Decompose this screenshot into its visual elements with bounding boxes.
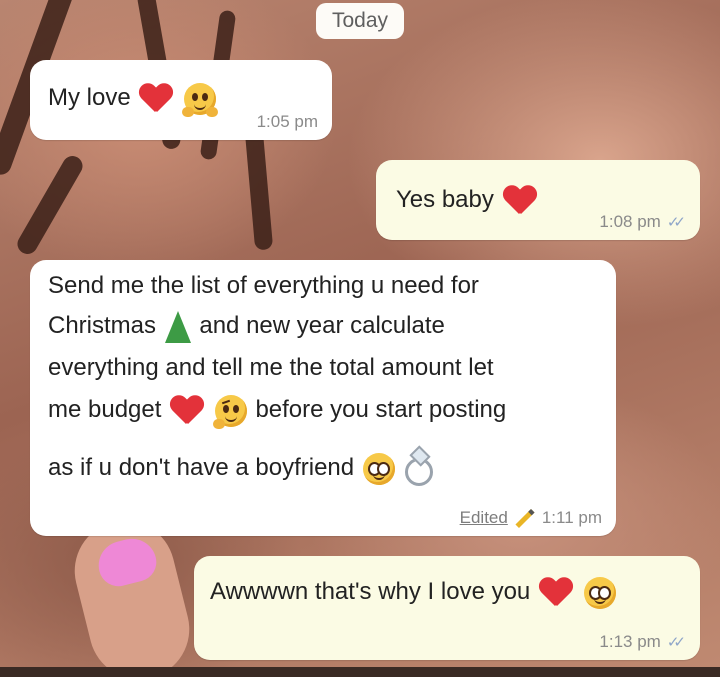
message-text-line: and new year calculate — [199, 312, 445, 339]
pleading-face-icon — [362, 452, 395, 485]
message-bubble-outgoing[interactable]: Awwwwn that's why I love you 1:13 pm ✓✓ — [194, 556, 700, 660]
message-text-line: Send me the list of everything u need fo… — [48, 272, 479, 299]
message-bubble-incoming[interactable]: My love 1:05 pm — [30, 60, 332, 140]
message-time: 1:13 pm — [599, 632, 661, 651]
red-heart-icon — [503, 186, 537, 216]
christmas-tree-icon — [164, 310, 191, 343]
hugging-face-icon — [182, 82, 219, 117]
message-text-line: before you start posting — [255, 396, 507, 423]
message-text-line: as if u don't have a boyfriend — [48, 454, 355, 481]
pencil-icon — [515, 508, 535, 528]
message-text-line: me budget — [48, 396, 162, 423]
ring-icon — [405, 457, 434, 486]
message-text-line: everything and tell me the total amount … — [48, 354, 494, 381]
message-time: 1:05 pm — [256, 112, 318, 131]
message-text: Yes baby — [396, 186, 494, 213]
message-text: My love — [48, 84, 131, 111]
message-time: 1:11 pm — [541, 508, 602, 527]
bottom-divider — [0, 667, 720, 677]
message-bubble-outgoing[interactable]: Yes baby 1:08 pm ✓✓ — [376, 160, 700, 240]
message-bubble-incoming[interactable]: Send me the list of everything u need fo… — [30, 260, 616, 536]
red-heart-icon — [539, 578, 573, 608]
pleading-face-icon — [583, 576, 616, 609]
message-text-line: Christmas — [48, 312, 157, 339]
read-double-tick-icon: ✓✓ — [666, 634, 686, 651]
message-text: Awwwwn that's why I love you — [210, 578, 531, 605]
red-heart-icon — [139, 84, 173, 114]
date-separator: Today — [316, 3, 404, 39]
edited-label: Edited — [459, 508, 508, 527]
thinking-face-icon — [212, 394, 247, 429]
message-time: 1:08 pm — [599, 212, 661, 231]
red-heart-icon — [170, 396, 204, 426]
read-double-tick-icon: ✓✓ — [666, 214, 686, 231]
